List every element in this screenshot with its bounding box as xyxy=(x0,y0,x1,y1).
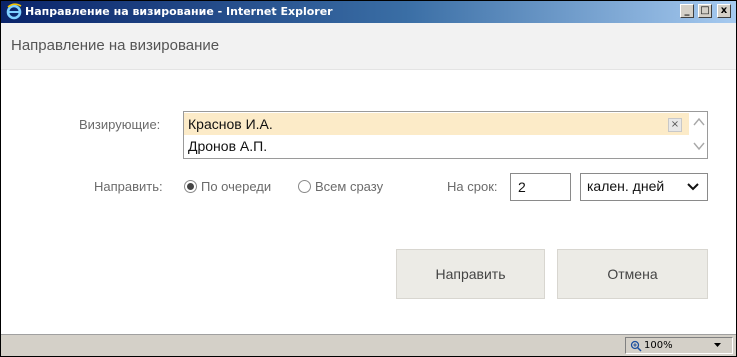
radio-all-at-once[interactable] xyxy=(298,180,311,193)
close-button[interactable]: x xyxy=(717,4,731,18)
minimize-button[interactable]: _ xyxy=(680,4,694,18)
term-unit-select[interactable]: кален. дней xyxy=(580,173,708,201)
zoom-level: 100% xyxy=(644,340,673,351)
radio-dot xyxy=(187,183,194,190)
window-title: Направление на визирование - Internet Ex… xyxy=(25,5,333,18)
approvers-label: Визирующие: xyxy=(79,117,161,132)
scroll-up-icon[interactable] xyxy=(692,114,706,130)
term-input[interactable]: 2 xyxy=(510,173,571,201)
internet-explorer-icon xyxy=(6,3,22,20)
approvers-list[interactable]: Краснов И.А. × Дронов А.П. xyxy=(183,111,708,159)
radio-sequential-label[interactable]: По очереди xyxy=(201,179,271,194)
browser-window: Направление на визирование - Internet Ex… xyxy=(0,0,737,357)
remove-approver-button[interactable]: × xyxy=(668,118,682,132)
radio-all-at-once-label[interactable]: Всем сразу xyxy=(315,179,383,194)
list-item[interactable]: Дронов А.П. xyxy=(184,135,689,157)
send-label: Направить: xyxy=(94,179,163,194)
dialog-header: Направление на визирование xyxy=(1,23,736,70)
window-titlebar: Направление на визирование - Internet Ex… xyxy=(1,1,736,23)
approver-name: Краснов И.А. xyxy=(188,116,273,132)
approver-name: Дронов А.П. xyxy=(188,138,268,154)
cancel-button[interactable]: Отмена xyxy=(557,249,708,299)
scroll-down-icon[interactable] xyxy=(692,138,706,154)
term-unit-value: кален. дней xyxy=(587,178,665,194)
zoom-icon xyxy=(630,340,642,352)
zoom-control[interactable]: 100% xyxy=(625,337,733,354)
dropdown-arrow-icon xyxy=(714,343,721,347)
submit-button[interactable]: Направить xyxy=(396,249,545,299)
maximize-button[interactable]: □ xyxy=(698,4,712,18)
chevron-down-icon xyxy=(687,183,699,191)
dialog-title: Направление на визирование xyxy=(11,37,220,54)
list-item[interactable]: Краснов И.А. × xyxy=(184,113,689,135)
status-bar: 100% xyxy=(1,334,736,356)
radio-sequential[interactable] xyxy=(184,180,197,193)
term-label: На срок: xyxy=(447,179,498,194)
